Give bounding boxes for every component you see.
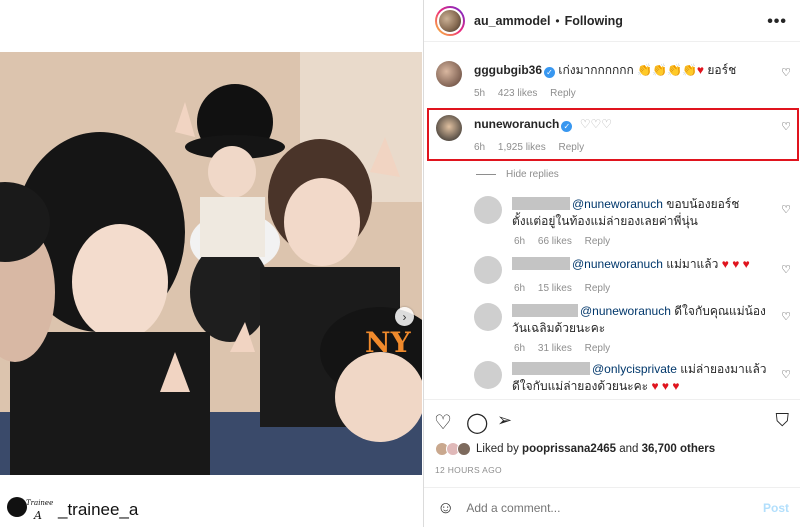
comment-input[interactable]	[466, 500, 717, 515]
redacted-username	[512, 197, 570, 210]
post-actions-bar: ♡ ◯ ➢ ⛉	[424, 399, 800, 439]
comments-list: gggubgib36 ✓ เก่งมากกกกกก 👏👏👏👏♥ ยอร์ช 5h …	[424, 43, 800, 398]
avatar[interactable]	[474, 303, 502, 331]
hearts-emoji: ♥ ♥ ♥	[651, 379, 680, 393]
mention-link[interactable]: @nuneworanuch	[572, 257, 663, 271]
comment-likes[interactable]: 1,925 likes	[498, 142, 546, 153]
comment-text: ♡♡♡	[579, 117, 612, 131]
heart-icon[interactable]: ♡	[781, 310, 791, 323]
group-selfie-illustration: NY	[0, 52, 422, 475]
reply-likes[interactable]: 66 likes	[538, 236, 572, 247]
mention-link[interactable]: @nuneworanuch	[572, 197, 663, 211]
smile-icon[interactable]: ☺	[437, 498, 454, 518]
post-time[interactable]: 12 HOURS AGO	[435, 465, 502, 475]
separator-dot: •	[555, 13, 560, 28]
more-icon[interactable]: •••	[767, 13, 787, 31]
chevron-right-icon: ›	[402, 309, 407, 324]
reply-likes[interactable]: 31 likes	[538, 343, 572, 354]
verified-icon: ✓	[561, 121, 573, 132]
svg-text:NY: NY	[365, 326, 412, 359]
comment-text: เก่งมากกกกกก	[558, 63, 634, 77]
author-username[interactable]: au_ammodel	[474, 14, 550, 28]
redacted-username	[512, 304, 578, 317]
heart-icon[interactable]: ♡	[781, 120, 791, 133]
instagram-post-view: NY › Trainee A _trainee_a au_ammodel • F…	[0, 0, 800, 527]
avatar[interactable]	[457, 442, 471, 456]
reply-button[interactable]: Reply	[585, 283, 611, 294]
comment-time[interactable]: 6h	[474, 142, 485, 153]
mention-link[interactable]: @onlycisprivate	[592, 362, 677, 376]
post-header: au_ammodel • Following •••	[424, 0, 800, 42]
heart-emoji: ♥	[696, 63, 705, 77]
heart-icon[interactable]: ♡	[781, 66, 791, 79]
comment-time[interactable]: 5h	[474, 88, 485, 99]
heart-icon[interactable]: ♡	[781, 203, 791, 216]
likes-count[interactable]: 36,700 others	[642, 443, 716, 455]
liker-username[interactable]: pooprissana2465	[522, 443, 616, 455]
likes-text: Liked by pooprissana2465 and 36,700 othe…	[476, 443, 716, 455]
reply-button[interactable]: Reply	[585, 236, 611, 247]
post-side-panel: au_ammodel • Following ••• gggubgib36 ✓ เ…	[423, 0, 800, 527]
reply-time[interactable]: 6h	[514, 236, 525, 247]
add-comment-bar: ☺ Post	[424, 487, 800, 527]
heart-icon[interactable]: ♡	[781, 368, 791, 381]
heart-icon[interactable]: ♡	[434, 410, 452, 435]
author-avatar[interactable]	[435, 5, 465, 36]
comment-suffix: ยอร์ช	[704, 63, 737, 77]
mention-link[interactable]: @nuneworanuch	[580, 304, 671, 318]
comment-icon[interactable]: ◯	[466, 410, 488, 435]
hide-replies-button[interactable]: Hide replies	[476, 169, 559, 180]
hearts-emoji: ♥ ♥ ♥	[721, 257, 750, 271]
comment-username[interactable]: nuneworanuch	[474, 117, 559, 131]
heart-icon[interactable]: ♡	[781, 263, 791, 276]
clap-emoji: 👏👏👏👏	[637, 63, 697, 77]
avatar[interactable]	[474, 196, 502, 224]
reply-time[interactable]: 6h	[514, 343, 525, 354]
post-button[interactable]: Post	[763, 501, 789, 515]
avatar[interactable]	[474, 361, 502, 389]
post-media-area: NY › Trainee A _trainee_a	[0, 0, 422, 527]
share-icon[interactable]: ➢	[497, 410, 512, 431]
post-photo[interactable]: NY ›	[0, 52, 422, 475]
next-photo-button[interactable]: ›	[395, 307, 414, 326]
reply-likes[interactable]: 15 likes	[538, 283, 572, 294]
redacted-username	[512, 362, 590, 375]
reply-text: แม่มาแล้ว	[666, 257, 719, 271]
verified-icon: ✓	[544, 67, 555, 78]
reply-button[interactable]: Reply	[585, 343, 611, 354]
avatar[interactable]	[474, 256, 502, 284]
reply-button[interactable]: Reply	[559, 142, 585, 153]
reply-button[interactable]: Reply	[550, 88, 576, 99]
avatar[interactable]	[436, 115, 462, 141]
redacted-username	[512, 257, 570, 270]
watermark: Trainee A _trainee_a	[0, 492, 422, 527]
avatar[interactable]	[436, 61, 462, 87]
likes-summary: Liked by pooprissana2465 and 36,700 othe…	[435, 442, 715, 456]
following-button[interactable]: Following	[565, 14, 623, 28]
trainee-logo: Trainee A	[4, 495, 53, 525]
bookmark-icon[interactable]: ⛉	[776, 410, 790, 431]
watermark-handle: _trainee_a	[58, 499, 139, 519]
comment-likes[interactable]: 423 likes	[498, 88, 537, 99]
reply-time[interactable]: 6h	[514, 283, 525, 294]
comment-username[interactable]: gggubgib36	[474, 63, 542, 77]
